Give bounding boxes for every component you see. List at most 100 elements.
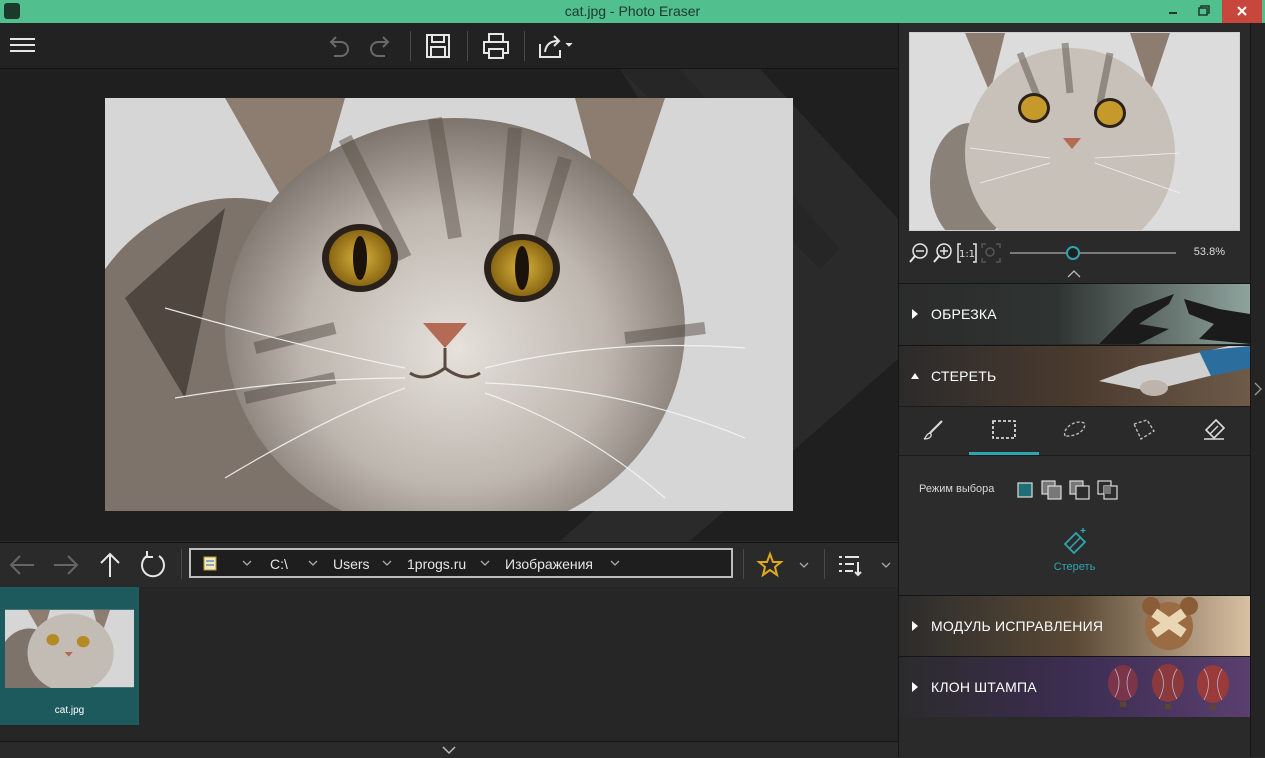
eraser-tool[interactable] [1179, 407, 1249, 455]
navigation-bar: C:\ Users 1progs.ru Изображения [0, 542, 898, 588]
tools-panel: 1:1 53.8% ОБРЕЗКА СТЕРЕТЬ Режим выбора С… [898, 23, 1251, 757]
image-canvas[interactable] [0, 69, 898, 541]
zoom-in-icon [933, 243, 952, 263]
breadcrumb-drive[interactable]: C:\ [270, 556, 288, 572]
thumbnail-image [5, 609, 134, 688]
up-folder-button[interactable] [94, 549, 126, 581]
back-button[interactable] [6, 549, 38, 581]
nav-separator [743, 549, 744, 579]
section-crop[interactable]: ОБРЕЗКА [899, 283, 1250, 344]
minimize-button[interactable] [1160, 0, 1186, 23]
caret-right-icon [912, 309, 918, 319]
erase-action-button[interactable] [1061, 527, 1089, 555]
zoom-in-button[interactable] [932, 242, 954, 264]
restore-button[interactable] [1190, 0, 1216, 23]
mode-add-button[interactable] [1041, 479, 1063, 501]
selection-mode-label: Режим выбора [919, 483, 995, 495]
chevron-down-icon[interactable] [479, 557, 491, 569]
share-button[interactable] [536, 30, 578, 62]
refresh-button[interactable] [137, 549, 169, 581]
star-icon [756, 551, 784, 578]
refresh-icon [141, 551, 165, 578]
actual-size-button[interactable]: 1:1 [956, 242, 978, 264]
filmstrip-collapse-bar [0, 741, 898, 758]
folder-icon [203, 555, 219, 571]
zoom-out-icon [909, 243, 928, 263]
chevron-down-icon[interactable] [307, 557, 319, 569]
erase-action-label[interactable]: Стереть [899, 561, 1250, 573]
close-button[interactable] [1222, 0, 1262, 23]
chevron-down-icon[interactable] [798, 559, 810, 571]
toolbar-separator [467, 31, 468, 61]
file-name: cat.jpg [54, 705, 85, 716]
nav-separator [181, 549, 182, 579]
favorites-button[interactable] [754, 549, 786, 581]
zoom-slider[interactable] [1010, 252, 1176, 254]
lasso-tool[interactable] [1039, 407, 1109, 455]
edited-photo[interactable] [105, 98, 793, 511]
zoom-out-button[interactable] [908, 242, 930, 264]
print-icon [483, 33, 509, 59]
lasso-icon [1063, 421, 1086, 437]
chevron-down-icon[interactable] [381, 557, 393, 569]
breadcrumb-pictures[interactable]: Изображения [505, 556, 593, 572]
chevron-right-icon[interactable] [1254, 382, 1262, 396]
magic-eraser-icon [1063, 528, 1087, 555]
mode-intersect-button[interactable] [1097, 479, 1119, 501]
rectangle-select-icon [992, 420, 1016, 439]
section-clone[interactable]: КЛОН ШТАМПА [899, 656, 1250, 717]
caret-down-icon [911, 373, 919, 379]
selection-mode-row: Режим выбора [899, 455, 1250, 511]
redo-button[interactable] [365, 30, 397, 62]
section-crop-label: ОБРЕЗКА [931, 306, 997, 322]
navigator-preview[interactable] [909, 32, 1240, 231]
section-clone-label: КЛОН ШТАМПА [931, 679, 1037, 695]
arrow-right-icon [54, 555, 79, 575]
fit-screen-icon [981, 243, 1001, 263]
undo-button[interactable] [322, 30, 354, 62]
breadcrumb-users[interactable]: Users [333, 556, 370, 572]
breadcrumb-folder[interactable]: 1progs.ru [407, 556, 466, 572]
erase-tools [899, 406, 1250, 455]
actual-size-icon: 1:1 [957, 243, 977, 263]
print-button[interactable] [480, 30, 512, 62]
hamburger-icon [10, 38, 35, 52]
rectangle-select-tool[interactable] [969, 407, 1039, 455]
brush-tool[interactable] [899, 407, 969, 455]
file-thumbnail[interactable]: cat.jpg [0, 587, 139, 725]
file-browser: cat.jpg [0, 587, 898, 741]
save-icon [426, 34, 450, 58]
zoom-value: 53.8% [1193, 246, 1225, 258]
selection-add-icon [1041, 480, 1062, 500]
nav-separator [824, 549, 825, 579]
chevron-down-icon[interactable] [609, 557, 621, 569]
fit-to-screen-button[interactable] [980, 242, 1002, 264]
path-breadcrumb[interactable]: C:\ Users 1progs.ru Изображения [189, 548, 733, 578]
right-panel-toggle-bar[interactable] [1250, 23, 1265, 757]
save-button[interactable] [422, 30, 454, 62]
arrow-left-icon [9, 555, 34, 575]
section-fix-label: МОДУЛЬ ИСПРАВЛЕНИЯ [931, 618, 1104, 634]
sort-list-icon [839, 556, 862, 577]
section-erase[interactable]: СТЕРЕТЬ [899, 345, 1250, 406]
toolbar-separator [410, 31, 411, 61]
zoom-slider-handle[interactable] [1066, 246, 1081, 260]
caret-right-icon [912, 621, 918, 631]
chevron-down-icon[interactable] [442, 745, 456, 755]
chevron-down-icon[interactable] [241, 557, 253, 569]
svg-text:1:1: 1:1 [959, 249, 975, 260]
mode-subtract-button[interactable] [1069, 479, 1091, 501]
forward-button[interactable] [50, 549, 82, 581]
polygon-lasso-tool[interactable] [1109, 407, 1179, 455]
chevron-down-icon[interactable] [880, 559, 892, 571]
mode-new-button[interactable] [1015, 479, 1037, 501]
polygon-lasso-icon [1133, 419, 1155, 441]
caret-right-icon [912, 682, 918, 692]
sort-button[interactable] [834, 549, 866, 581]
chevron-up-icon[interactable] [1067, 270, 1081, 278]
menu-button[interactable] [6, 30, 38, 62]
window-title: cat.jpg - Photo Eraser [564, 3, 701, 19]
section-fix[interactable]: МОДУЛЬ ИСПРАВЛЕНИЯ [899, 595, 1250, 656]
toolbar-separator [524, 31, 525, 61]
main-toolbar [0, 23, 898, 69]
